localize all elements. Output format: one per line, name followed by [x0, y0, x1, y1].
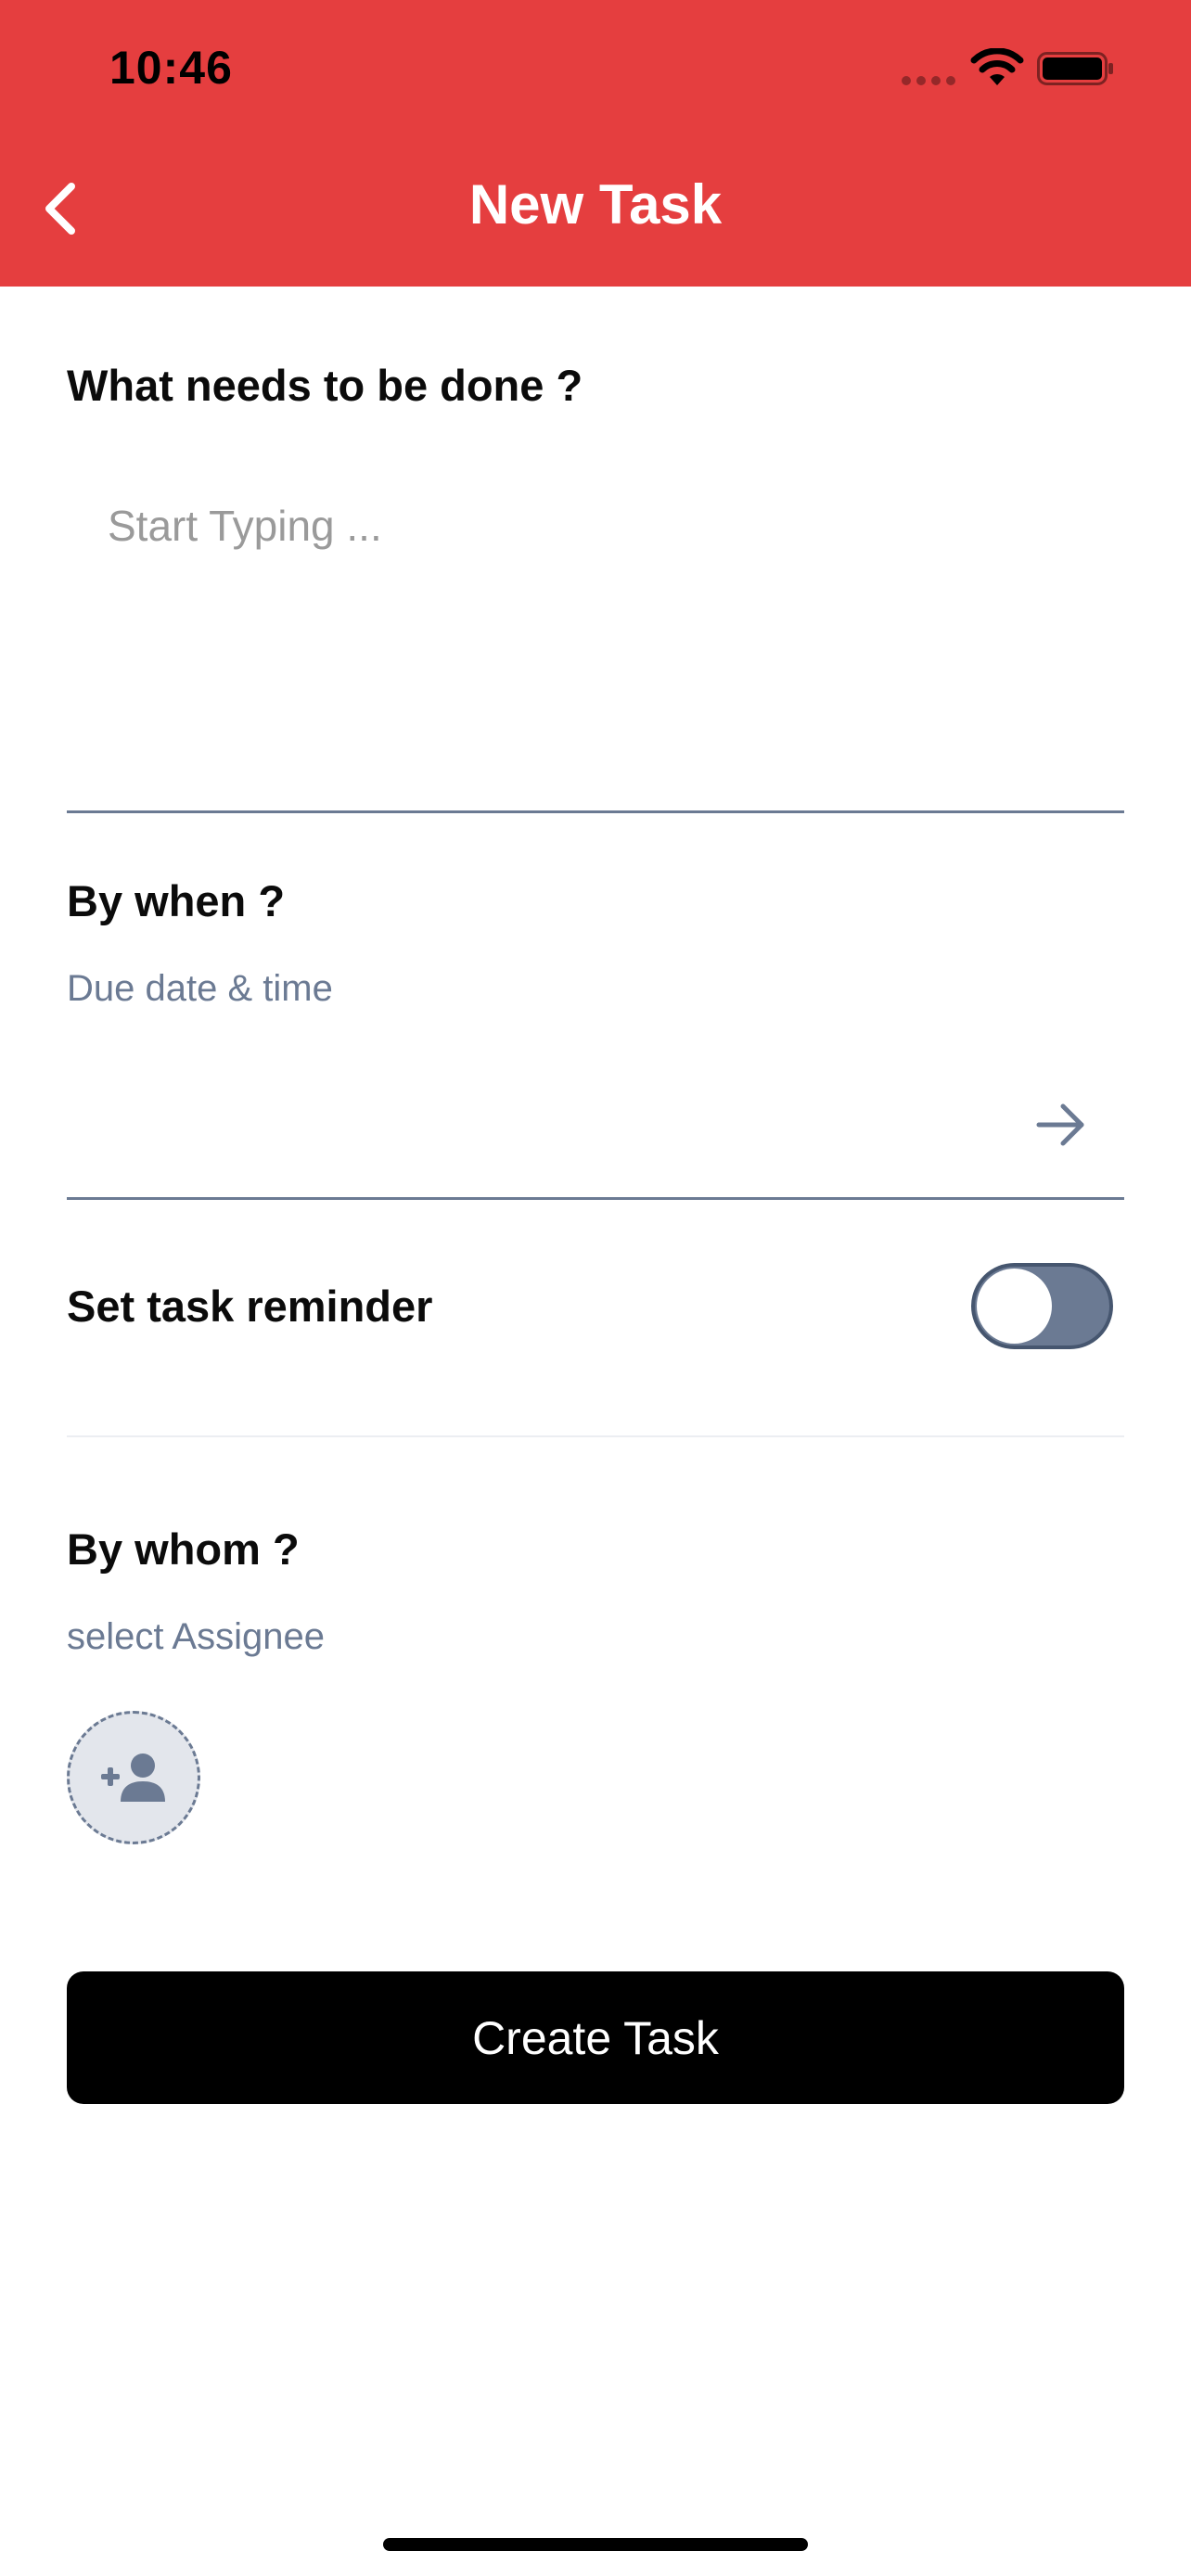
due-sublabel: Due date & time — [67, 968, 333, 1009]
reminder-label: Set task reminder — [67, 1282, 433, 1331]
reminder-toggle[interactable] — [971, 1263, 1113, 1349]
create-task-button[interactable]: Create Task — [67, 1971, 1124, 2104]
arrow-right-icon — [1036, 1103, 1084, 1146]
task-label: What needs to be done ? — [67, 361, 583, 410]
toggle-knob — [977, 1269, 1052, 1344]
add-user-icon — [101, 1753, 165, 1802]
page-title: New Task — [468, 173, 723, 236]
wifi-icon — [970, 48, 1024, 85]
add-assignee-button[interactable] — [67, 1711, 200, 1844]
status-time: 10:46 — [109, 42, 233, 94]
assignee-sublabel: select Assignee — [67, 1616, 325, 1657]
home-indicator — [383, 2538, 808, 2551]
cellular-signal-icon — [902, 76, 955, 85]
battery-icon — [1037, 52, 1113, 85]
reminder-divider — [67, 1435, 1124, 1437]
assignee-label: By whom ? — [67, 1524, 300, 1574]
app-header: 10:46 New Task — [0, 0, 1191, 287]
task-divider — [67, 810, 1124, 813]
due-label: By when ? — [67, 876, 286, 925]
due-date-picker[interactable] — [67, 1057, 1124, 1196]
due-divider — [67, 1197, 1124, 1200]
task-description-input[interactable] — [67, 482, 1124, 788]
